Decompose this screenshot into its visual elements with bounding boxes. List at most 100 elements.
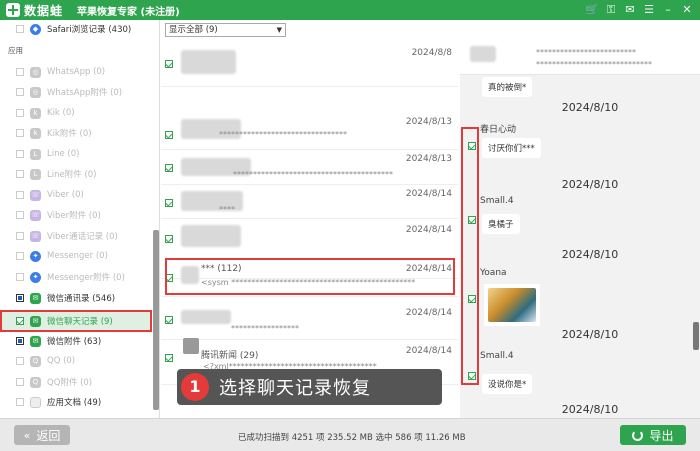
cart-icon[interactable]: 🛒 — [585, 3, 599, 17]
chat-scrollbar[interactable] — [693, 322, 699, 350]
sidebar-item-line-attach[interactable]: L Line附件 (0) — [16, 166, 96, 182]
item-name: 腾讯新闻 (29) — [201, 351, 259, 361]
list-item[interactable]: 2024/8/8 — [161, 42, 458, 87]
checkbox[interactable] — [165, 60, 173, 68]
checkbox[interactable] — [16, 357, 24, 365]
footer-bar: « 返回 已成功扫描到 4251 项 235.52 MB 选中 586 项 11… — [0, 418, 700, 451]
key-icon[interactable]: ⚿ — [604, 3, 618, 17]
avatar — [181, 310, 231, 324]
sidebar-item-line[interactable]: L Line (0) — [16, 146, 79, 162]
back-button[interactable]: « 返回 — [14, 425, 70, 445]
minimize-icon[interactable]: – — [661, 3, 675, 17]
list-item[interactable]: 2024/8/13 ******************************… — [161, 115, 458, 150]
checkbox[interactable] — [16, 68, 24, 76]
checkbox[interactable] — [16, 252, 24, 260]
sidebar-scrollbar[interactable] — [153, 230, 159, 410]
export-icon — [632, 429, 644, 441]
checkbox[interactable] — [16, 317, 24, 325]
viber-icon: ☏ — [30, 189, 41, 201]
chat-date: 2024/8/10 — [561, 178, 619, 191]
item-date: 2024/8/8 — [411, 48, 452, 58]
viber-icon: ☏ — [30, 209, 41, 221]
sidebar-item-messenger[interactable]: ✦ Messenger (0) — [16, 248, 108, 264]
sidebar-item-label: Messenger附件 (0) — [47, 273, 125, 283]
menu-icon[interactable]: ☰ — [642, 3, 656, 17]
list-item[interactable]: 2024/8/14 **** — [161, 185, 458, 219]
checkbox[interactable] — [165, 316, 173, 324]
item-date: 2024/8/13 — [405, 117, 452, 127]
sidebar-item-qq-attach[interactable]: Q QQ附件 (0) — [16, 374, 92, 390]
checkbox[interactable] — [165, 199, 173, 207]
checkbox[interactable] — [16, 25, 24, 33]
list-item[interactable]: 2024/8/14 ***************** — [161, 302, 458, 340]
sender-name: Small.4 — [480, 351, 514, 361]
sidebar-item-viber-calls[interactable]: ☏ Viber通话记录 (0) — [16, 228, 118, 244]
checkbox[interactable] — [16, 129, 24, 137]
title-bar: 数据蛙 苹果恢复专家 (未注册) 🛒 ⚿ ✉ ☰ – ✕ — [0, 0, 700, 20]
avatar — [470, 46, 496, 62]
sidebar-item-qq[interactable]: Q QQ (0) — [16, 353, 75, 369]
sidebar-item-viber[interactable]: ☏ Viber (0) — [16, 187, 84, 203]
app-title: 苹果恢复专家 (未注册) — [77, 6, 180, 18]
checkbox[interactable] — [16, 294, 24, 302]
sidebar-item-kik-attach[interactable]: k Kik附件 (0) — [16, 125, 92, 141]
qq-icon: Q — [30, 376, 41, 388]
checkbox[interactable] — [165, 235, 173, 243]
line-icon: L — [30, 148, 41, 160]
sidebar-item-label: Viber附件 (0) — [47, 211, 101, 221]
checkbox[interactable] — [165, 354, 173, 362]
checkbox[interactable] — [165, 164, 173, 172]
scan-status: 已成功扫描到 4251 项 235.52 MB 选中 586 项 11.26 M… — [238, 433, 466, 443]
message-checkbox-highlight — [461, 127, 479, 385]
item-preview: ******************************** — [219, 130, 347, 139]
chat-icon[interactable]: ✉ — [623, 3, 637, 17]
export-button[interactable]: 导出 — [620, 425, 686, 445]
sidebar-item-label: QQ (0) — [47, 356, 76, 366]
double-chevron-left-icon: « — [23, 428, 31, 442]
sidebar-item-wechat-contacts[interactable]: ✉ 微信通讯录 (546) — [16, 290, 115, 306]
category-sidebar: ◆ Safari浏览记录 (430) 应用 ◎ WhatsApp (0) ◎ Wha… — [0, 20, 160, 418]
avatar — [181, 225, 241, 247]
chevron-down-icon: ▼ — [276, 26, 282, 34]
checkbox[interactable] — [16, 378, 24, 386]
sidebar-item-kik[interactable]: k Kik (0) — [16, 105, 75, 121]
checkbox[interactable] — [16, 150, 24, 158]
checkbox[interactable] — [16, 232, 24, 240]
checkbox[interactable] — [16, 88, 24, 96]
chat-bubble: 臭橘子 — [482, 214, 520, 234]
qq-icon: Q — [30, 355, 41, 367]
sidebar-item-label: Safari浏览记录 (430) — [47, 25, 132, 35]
sidebar-item-label: Line附件 (0) — [47, 170, 97, 180]
checkbox[interactable] — [165, 131, 173, 139]
sidebar-item-wechat-chats[interactable]: ✉ 微信聊天记录 (9) — [0, 310, 152, 332]
checkbox[interactable] — [16, 337, 24, 345]
chat-image[interactable] — [484, 284, 540, 326]
chat-bubble: 讨厌你们*** — [482, 138, 541, 158]
filter-value: 显示全部 (9) — [169, 25, 218, 35]
checkbox[interactable] — [16, 109, 24, 117]
sidebar-item-whatsapp[interactable]: ◎ WhatsApp (0) — [16, 64, 105, 80]
document-icon — [30, 396, 41, 408]
sidebar-item-viber-attach[interactable]: ☏ Viber附件 (0) — [16, 207, 101, 223]
checkbox[interactable] — [16, 273, 24, 281]
list-item[interactable]: 2024/8/13 ******************************… — [161, 150, 458, 185]
item-preview: **** — [219, 205, 235, 214]
checkbox[interactable] — [16, 211, 24, 219]
close-icon[interactable]: ✕ — [680, 3, 694, 17]
image-thumbnail — [488, 288, 536, 322]
line-icon: L — [30, 168, 41, 180]
conversation-list: 显示全部 (9) ▼ 2024/8/8 2024/8/13 **********… — [161, 20, 458, 418]
wechat-icon: ✉ — [30, 315, 41, 327]
sidebar-item-messenger-attach[interactable]: ✦ Messenger附件 (0) — [16, 269, 125, 285]
checkbox[interactable] — [16, 398, 24, 406]
sidebar-item-wechat-attach[interactable]: ✉ 微信附件 (63) — [16, 333, 101, 349]
chat-detail: ************************* **************… — [460, 20, 700, 418]
chat-date: 2024/8/10 — [561, 403, 619, 416]
sidebar-item-safari[interactable]: ◆ Safari浏览记录 (430) — [16, 21, 131, 37]
checkbox[interactable] — [16, 191, 24, 199]
sidebar-item-app-docs[interactable]: 应用文档 (49) — [16, 394, 101, 410]
filter-select[interactable]: 显示全部 (9) ▼ — [165, 23, 286, 37]
step-callout: 1 选择聊天记录恢复 — [177, 369, 442, 405]
sidebar-item-whatsapp-attach[interactable]: ◎ WhatsApp附件 (0) — [16, 84, 122, 100]
checkbox[interactable] — [16, 170, 24, 178]
